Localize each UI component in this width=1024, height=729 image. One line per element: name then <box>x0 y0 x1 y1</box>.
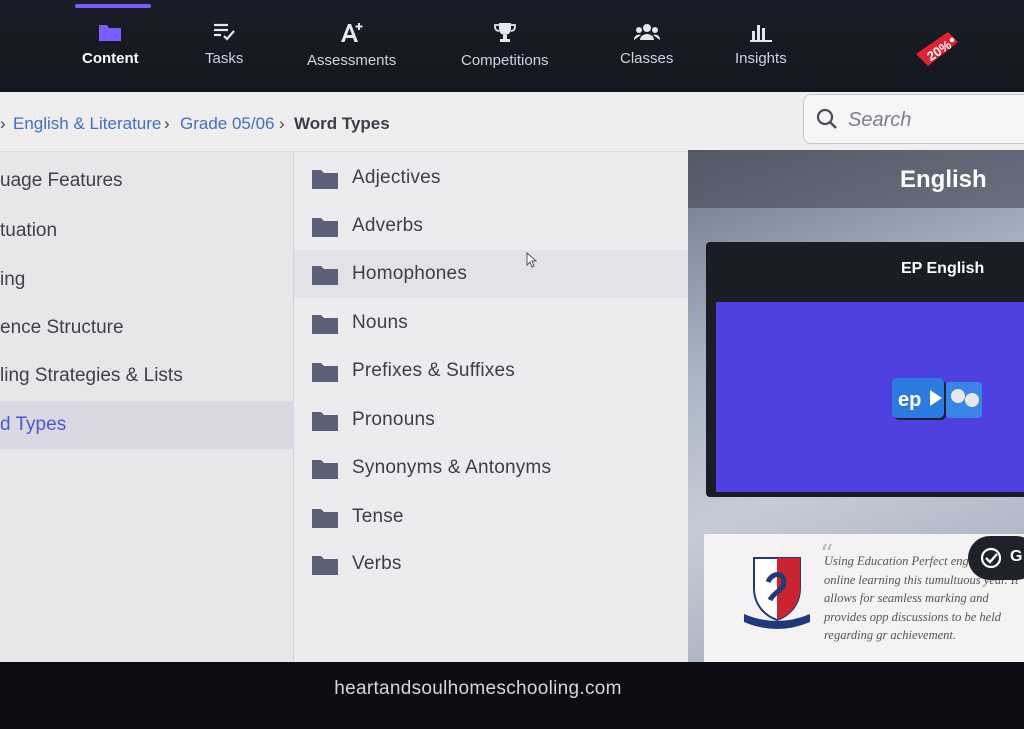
subject-panel: English EP English ep “ Using Education … <box>688 150 1024 662</box>
folder-icon <box>311 507 339 534</box>
folder-icon <box>311 554 339 581</box>
category-item[interactable]: ling Strategies & Lists <box>0 352 294 400</box>
folder-icon <box>98 22 122 42</box>
search-box[interactable] <box>803 94 1024 144</box>
nav-item-label: Tasks <box>205 50 244 67</box>
breadcrumb-item-grade[interactable]: Grade 05/06 <box>180 114 275 134</box>
folder-icon <box>311 313 339 340</box>
active-tab-indicator <box>75 4 151 8</box>
people-icon <box>633 22 660 42</box>
category-item[interactable]: ence Structure <box>0 304 294 352</box>
category-item[interactable]: uage Features <box>0 157 294 205</box>
breadcrumb-current: Word Types <box>294 114 390 133</box>
nav-item-label: Content <box>82 50 139 67</box>
nav-item-label: Insights <box>735 50 787 67</box>
breadcrumb-separator: › <box>279 114 285 133</box>
folder-item[interactable]: Homophones <box>294 250 688 298</box>
go-button-label: G <box>1010 548 1023 565</box>
category-item[interactable]: tuation <box>0 207 294 255</box>
nav-item-content[interactable]: Content <box>82 22 139 82</box>
folder-label: Adverbs <box>352 215 424 236</box>
folder-label: Nouns <box>352 312 408 333</box>
folder-item[interactable]: Verbs <box>294 540 688 588</box>
nav-item-label: Competitions <box>461 52 549 69</box>
mouse-cursor-icon <box>526 251 538 273</box>
subject-title: English <box>900 166 987 193</box>
ep-play-logo-icon: ep <box>890 374 986 429</box>
search-input[interactable] <box>848 105 1018 135</box>
video-card[interactable]: EP English ep <box>706 242 1024 497</box>
folder-label: Adjectives <box>352 167 441 188</box>
folder-item[interactable]: Nouns <box>294 299 688 347</box>
folder-item[interactable]: Adverbs <box>294 202 688 250</box>
folder-icon <box>311 410 339 437</box>
nav-item-insights[interactable]: Insights <box>735 22 787 82</box>
watermark-bar: heartandsoulhomeschooling.com <box>0 662 1024 729</box>
folder-label: Homophones <box>352 263 468 284</box>
folder-label: Prefixes & Suffixes <box>352 360 515 381</box>
folder-icon <box>311 168 339 195</box>
folder-icon <box>311 216 339 243</box>
folder-item[interactable]: Adjectives <box>294 154 688 202</box>
folder-list: Adjectives Adverbs Homophones Nouns Pref… <box>294 152 688 662</box>
trophy-icon <box>493 22 517 44</box>
go-button[interactable]: G <box>968 536 1024 580</box>
folder-label: Pronouns <box>352 409 435 430</box>
watermark-text: heartandsoulhomeschooling.com <box>334 678 622 699</box>
folder-item[interactable]: Prefixes & Suffixes <box>294 347 688 395</box>
search-icon <box>816 108 838 135</box>
a-plus-icon <box>339 22 365 44</box>
bar-chart-icon <box>749 22 772 42</box>
folder-label: Synonyms & Antonyms <box>352 457 552 478</box>
school-crest-icon <box>742 552 812 637</box>
folder-label: Tense <box>352 506 404 527</box>
video-card-title: EP English <box>901 260 985 277</box>
breadcrumb-separator: › <box>0 114 6 133</box>
subject-header: English <box>688 150 1024 208</box>
folder-icon <box>311 458 339 485</box>
folder-item[interactable]: Pronouns <box>294 396 688 444</box>
discount-badge[interactable]: 20% <box>912 28 962 66</box>
category-item[interactable]: ing <box>0 256 294 304</box>
folder-label: Verbs <box>352 553 402 574</box>
top-navigation-bar: Content Tasks Assessments Competitions C… <box>0 0 1024 92</box>
breadcrumb-item-english-literature[interactable]: English & Literature <box>13 114 161 134</box>
check-circle-icon <box>980 547 1002 574</box>
nav-item-label: Assessments <box>307 52 397 69</box>
nav-item-competitions[interactable]: Competitions <box>461 22 549 82</box>
video-thumbnail[interactable]: ep <box>716 302 1024 492</box>
category-list: uage Features tuation ing ence Structure… <box>0 152 294 662</box>
folder-icon <box>311 264 339 291</box>
folder-item[interactable]: Synonyms & Antonyms <box>294 444 688 492</box>
nav-item-label: Classes <box>620 50 674 67</box>
folder-item[interactable]: Tense <box>294 493 688 541</box>
nav-item-classes[interactable]: Classes <box>620 22 673 82</box>
nav-item-tasks[interactable]: Tasks <box>205 22 243 82</box>
folder-icon <box>311 361 339 388</box>
category-item-selected[interactable]: d Types <box>0 401 294 449</box>
breadcrumb-separator: › <box>164 114 170 133</box>
svg-text:ep: ep <box>898 389 921 411</box>
tasks-icon <box>212 22 236 42</box>
nav-item-assessments[interactable]: Assessments <box>307 22 396 82</box>
